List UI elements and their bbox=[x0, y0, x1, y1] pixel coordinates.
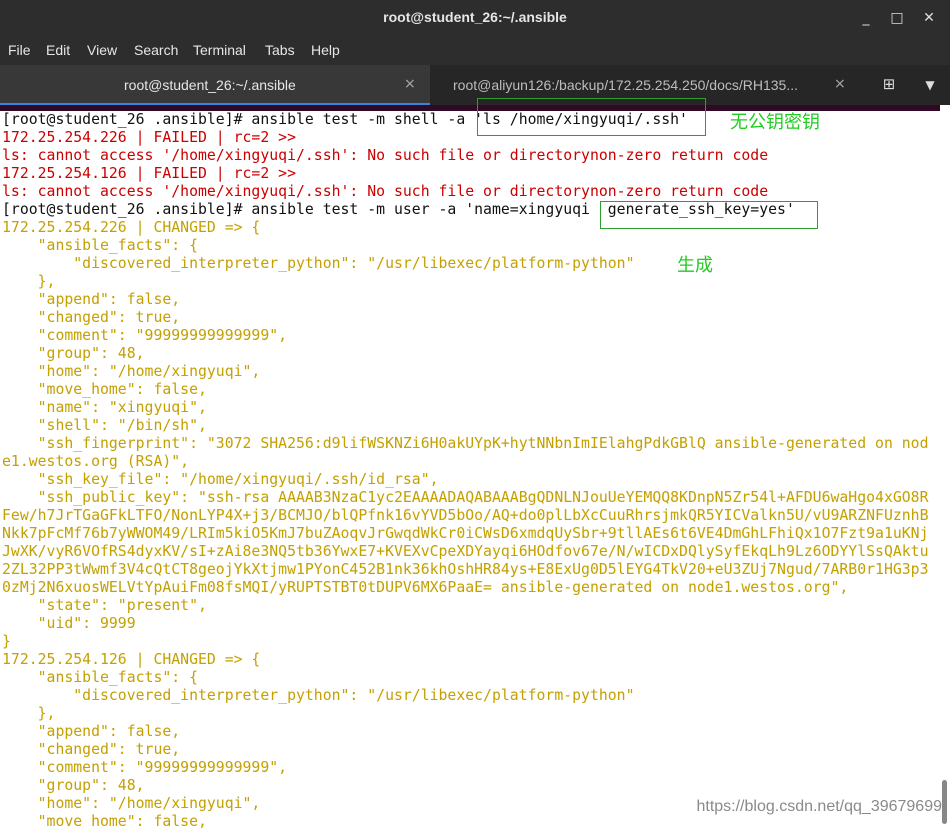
tab-label: root@aliyun126:/backup/172.25.254.250/do… bbox=[453, 77, 799, 93]
terminal-line: Few/h7JrTGaGFkLTFO/NonLYP4X+j3/BCMJO/blQ… bbox=[2, 507, 929, 524]
new-tab-icon[interactable]: ⊞ bbox=[877, 75, 901, 95]
chevron-down-icon[interactable]: ▼ bbox=[920, 75, 940, 95]
terminal-line: "discovered_interpreter_python": "/usr/l… bbox=[2, 687, 635, 704]
terminal-line: "shell": "/bin/sh", bbox=[2, 417, 207, 434]
menu-search[interactable]: Search bbox=[134, 42, 178, 58]
terminal-line: } bbox=[2, 633, 11, 650]
close-icon[interactable]: ✕ bbox=[920, 9, 938, 27]
terminal-line: "append": false, bbox=[2, 723, 181, 740]
menu-help[interactable]: Help bbox=[311, 42, 340, 58]
menu-bar: File Edit View Search Terminal Tabs Help bbox=[0, 36, 950, 65]
menu-edit[interactable]: Edit bbox=[46, 42, 70, 58]
terminal-line: "home": "/home/xingyuqi", bbox=[2, 363, 261, 380]
window-title: root@student_26:~/.ansible bbox=[383, 9, 567, 25]
terminal-line: "group": 48, bbox=[2, 777, 145, 794]
tab-bar: root@student_26:~/.ansible × root@aliyun… bbox=[0, 65, 950, 105]
terminal-line: "append": false, bbox=[2, 291, 181, 308]
scrollbar-thumb[interactable] bbox=[942, 780, 947, 824]
terminal-line: "name": "xingyuqi", bbox=[2, 399, 207, 416]
terminal-line: "uid": 9999 bbox=[2, 615, 136, 632]
minimize-icon[interactable]: _ bbox=[857, 9, 875, 27]
terminal-line: Nkk7pFcMf76b7yWWOM49/LRIm5kiO5KmJ7buZAoq… bbox=[2, 525, 929, 542]
terminal-line: "changed": true, bbox=[2, 741, 181, 758]
terminal-line: "comment": "99999999999999", bbox=[2, 759, 288, 776]
terminal-line: e1.westos.org (RSA)", bbox=[2, 453, 190, 470]
tab-label: root@student_26:~/.ansible bbox=[124, 77, 296, 93]
terminal-line: "state": "present", bbox=[2, 597, 207, 614]
terminal-line: 172.25.254.126 | FAILED | rc=2 >> bbox=[2, 165, 296, 182]
terminal-line: "ssh_public_key": "ssh-rsa AAAAB3NzaC1yc… bbox=[2, 489, 929, 506]
terminal-line: "changed": true, bbox=[2, 309, 181, 326]
terminal-line: }, bbox=[2, 705, 56, 722]
menu-terminal[interactable]: Terminal bbox=[193, 42, 246, 58]
tab-student26[interactable]: root@student_26:~/.ansible × bbox=[0, 65, 430, 105]
tab-close-icon[interactable]: × bbox=[834, 76, 846, 92]
terminal-line: ls: cannot access '/home/xingyuqi/.ssh':… bbox=[2, 183, 769, 200]
terminal-line: "group": 48, bbox=[2, 345, 145, 362]
watermark: https://blog.csdn.net/qq_39679699 bbox=[696, 798, 942, 816]
highlight-box-ssh-path bbox=[477, 98, 706, 136]
maximize-icon[interactable]: □ bbox=[888, 9, 906, 27]
menu-tabs[interactable]: Tabs bbox=[265, 42, 295, 58]
terminal-line: JwXK/vyR6VOfRS4dyxKV/sI+zAi8e3NQ5tb36Ywx… bbox=[2, 543, 929, 560]
menu-view[interactable]: View bbox=[87, 42, 117, 58]
scrollbar[interactable] bbox=[940, 105, 950, 828]
terminal-line: "move_home": false, bbox=[2, 381, 207, 398]
annotation-no-key: 无公钥密钥 bbox=[728, 112, 885, 134]
window-titlebar: root@student_26:~/.ansible _ □ ✕ bbox=[0, 0, 950, 36]
terminal-line: 0zMj2N6xuosWELVtYpAuiFm08fsMQI/yRUPTSTBT… bbox=[2, 579, 849, 596]
tab-close-icon[interactable]: × bbox=[404, 76, 416, 92]
terminal-line: "ssh_fingerprint": "3072 SHA256:d9lifWSK… bbox=[2, 435, 929, 452]
menu-file[interactable]: File bbox=[8, 42, 31, 58]
terminal-line: "ansible_facts": { bbox=[2, 669, 198, 686]
annotation-generate: 生成 bbox=[675, 255, 831, 277]
terminal-line: "comment": "99999999999999", bbox=[2, 327, 288, 344]
terminal-line: "ssh_key_file": "/home/xingyuqi/.ssh/id_… bbox=[2, 471, 439, 488]
terminal-line: 2ZL32PP3tWwmf3V4cQtCT8geojYkXtjmw1PYonC4… bbox=[2, 561, 929, 578]
terminal-line: ls: cannot access '/home/xingyuqi/.ssh':… bbox=[2, 147, 769, 164]
terminal-line: "ansible_facts": { bbox=[2, 237, 198, 254]
terminal-line: 172.25.254.126 | CHANGED => { bbox=[2, 651, 261, 668]
highlight-box-generate-key bbox=[600, 201, 818, 229]
